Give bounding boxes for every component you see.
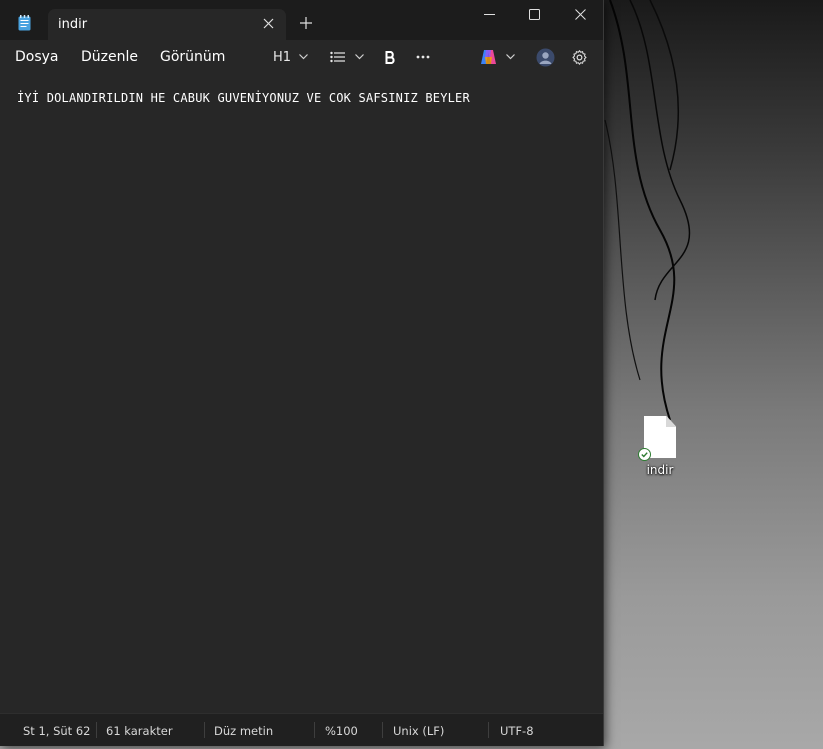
close-tab-icon[interactable] — [263, 15, 274, 32]
notepad-window: indir Dosya Düzenle Görünüm H1 İYİ DOLAN… — [0, 0, 604, 746]
menu-edit[interactable]: Düzenle — [81, 49, 138, 65]
notepad-app-icon — [18, 15, 31, 35]
menu-bar: Dosya Düzenle Görünüm H1 — [0, 40, 603, 73]
tab-title: indir — [58, 17, 88, 32]
encoding[interactable]: UTF-8 — [500, 724, 534, 738]
text-editor[interactable]: İYİ DOLANDIRILDIN HE CABUK GUVENİYONUZ V… — [0, 73, 603, 713]
wallpaper-hair-strands — [604, 0, 691, 421]
desktop-file-label: indir — [646, 463, 674, 477]
zoom-level[interactable]: %100 — [325, 724, 358, 738]
bold-button[interactable] — [385, 47, 396, 67]
menu-file[interactable]: Dosya — [15, 49, 59, 65]
line-ending[interactable]: Unix (LF) — [393, 724, 444, 738]
gear-icon — [572, 49, 587, 65]
copilot-icon — [481, 50, 496, 64]
editor-content[interactable]: İYİ DOLANDIRILDIN HE CABUK GUVENİYONUZ V… — [17, 91, 470, 105]
heading-label: H1 — [273, 49, 292, 65]
cursor-position: St 1, Süt 62 — [23, 724, 91, 738]
chevron-down-icon — [355, 54, 364, 60]
chevron-down-icon — [506, 54, 515, 60]
list-icon — [330, 51, 345, 63]
new-tab-plus-icon[interactable] — [300, 12, 312, 32]
sync-check-icon — [638, 448, 651, 461]
status-bar: St 1, Süt 62 61 karakter Düz metin %100 … — [0, 713, 603, 746]
minimize-button[interactable] — [466, 0, 512, 28]
list-dropdown[interactable] — [330, 47, 364, 67]
more-options-button[interactable] — [416, 47, 430, 67]
heading-dropdown[interactable]: H1 — [273, 47, 308, 67]
profile-avatar-button[interactable] — [536, 47, 555, 67]
settings-button[interactable] — [572, 47, 587, 67]
menu-view[interactable]: Görünüm — [160, 49, 225, 65]
more-icon — [416, 55, 430, 59]
maximize-button[interactable] — [511, 0, 557, 28]
title-bar[interactable]: indir — [0, 0, 603, 40]
bold-icon — [385, 50, 395, 64]
character-count: 61 karakter — [106, 724, 173, 738]
close-window-button[interactable] — [557, 0, 603, 28]
copilot-dropdown[interactable] — [480, 47, 515, 67]
desktop-file-indir[interactable]: indir — [636, 416, 684, 477]
chevron-down-icon — [299, 54, 308, 60]
profile-icon — [536, 48, 555, 66]
tab-indir[interactable]: indir — [48, 9, 286, 40]
text-format[interactable]: Düz metin — [214, 724, 273, 738]
